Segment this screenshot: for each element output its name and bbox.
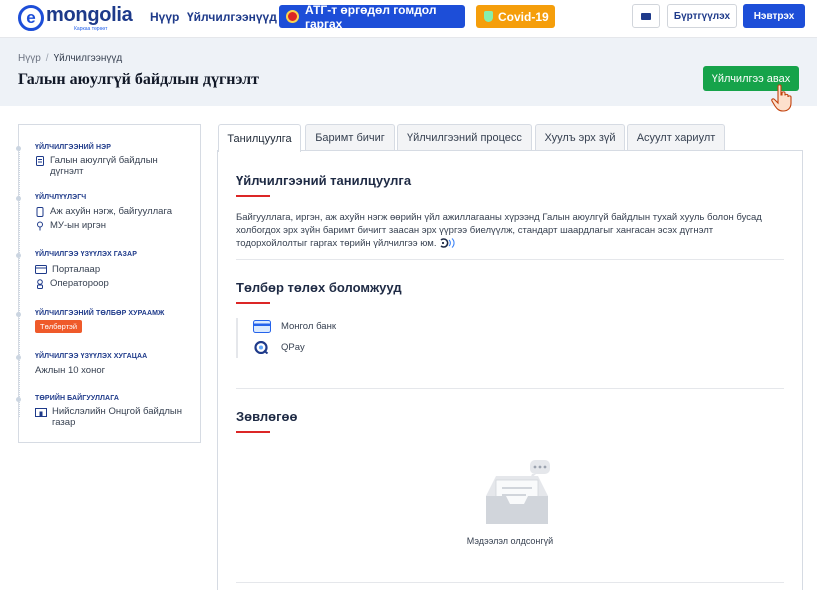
fee-heading: ҮЙЛЧИЛГЭЭНИЙ ТӨЛБӨР ХУРААМЖ	[35, 310, 165, 317]
payment-option-qpay-label: QPay	[281, 342, 305, 353]
logo-e-icon: e	[18, 5, 44, 31]
service-name-heading: ҮЙЛЧИЛГЭЭНИЙ НЭР	[35, 144, 111, 151]
timeline-dot	[16, 196, 21, 201]
user-icon	[37, 221, 43, 231]
empty-inbox-icon	[486, 460, 550, 524]
intro-line-1: Байгууллага, иргэн, аж ахуйн нэгж өөрийн…	[236, 212, 762, 223]
fee-badge: Төлбөртэй	[35, 320, 83, 333]
tab-faq[interactable]: Асуулт хариулт	[627, 124, 725, 151]
payment-title: Төлбөр төлөх боломжууд	[236, 280, 402, 295]
covid-label: Covid-19	[498, 9, 549, 24]
payment-option-mongolbank[interactable]: Монгол банк	[253, 320, 336, 333]
section-divider	[236, 259, 784, 260]
recipient-item-citizen: МУ-ын иргэн	[50, 220, 106, 231]
page-title: Галын аюулгүй байдлын дүгнэлт	[18, 71, 259, 88]
operator-icon	[37, 279, 43, 289]
top-header: e mongolia Каркаа төрөөт Нүүр Үйлчилгээн…	[0, 0, 817, 38]
intro-line-3: тодорхойлолтыг гаргах төрийн үйлчилгээ ю…	[236, 238, 437, 249]
breadcrumb: Нүүр / Үйлчилгээнүүд	[18, 53, 122, 64]
mail-button[interactable]	[632, 4, 660, 28]
qpay-icon	[254, 341, 269, 354]
card-icon	[253, 320, 271, 333]
atg-complaint-label: АТГ-т өргөдөл гомдол гаргах	[305, 2, 437, 31]
section-divider	[236, 582, 784, 583]
breadcrumb-separator: /	[45, 53, 49, 64]
document-icon	[36, 156, 44, 166]
advice-title: Зөвлөгөө	[236, 409, 298, 424]
payment-option-mongolbank-label: Монгол банк	[281, 321, 336, 332]
register-button[interactable]: Бүртгүүлэх	[667, 4, 737, 28]
advice-title-underline	[236, 431, 270, 433]
nav-home-link[interactable]: Нүүр	[150, 10, 179, 24]
tab-process[interactable]: Үйлчилгээний процесс	[397, 124, 532, 151]
breadcrumb-home-link[interactable]: Нүүр	[18, 53, 41, 64]
timeline-dot	[16, 146, 21, 151]
tab-documents[interactable]: Баримт бичиг	[305, 124, 395, 151]
intro-title: Үйлчилгээний танилцуулга	[236, 173, 412, 188]
payment-title-underline	[236, 302, 270, 304]
intro-description: Байгууллага, иргэн, аж ахуйн нэгж өөрийн…	[236, 211, 776, 250]
service-name-line2: дүгнэлт	[50, 166, 84, 177]
atg-complaint-button[interactable]: АТГ-т өргөдөл гомдол гаргах	[279, 2, 465, 31]
monitor-icon	[35, 265, 47, 274]
intro-title-underline	[236, 195, 270, 197]
pointer-hand-icon	[771, 84, 792, 112]
timeline-dot	[16, 355, 21, 360]
location-item-operator: Оператороор	[50, 278, 109, 289]
service-info-sidebar: ҮЙЛЧИЛГЭЭНИЙ НЭР Галын аюулгүй байдлын д…	[16, 124, 201, 443]
phone-icon	[36, 207, 44, 217]
logo-wordmark: mongolia	[46, 4, 133, 26]
recipient-heading: ҮЙЛЧЛҮҮЛЭГЧ	[35, 194, 87, 201]
recipient-item-org: Аж ахуйн нэгж, байгууллага	[50, 206, 172, 217]
intro-line-2: холбогдох эрх зүйн баримт бичигт заасан …	[236, 225, 714, 236]
nav-services-link[interactable]: Үйлчилгээнүүд	[187, 10, 277, 24]
empty-state-text: Мэдээлэл олдсонгүй	[466, 536, 554, 546]
timeline-line	[19, 147, 20, 417]
emongolia-logo[interactable]: e mongolia Каркаа төрөөт	[18, 4, 133, 34]
envelope-icon	[641, 12, 651, 20]
location-item-portal: Порталаар	[52, 264, 101, 275]
emblem-icon	[286, 10, 299, 23]
timeline-dot	[16, 397, 21, 402]
tab-legal[interactable]: Хуулъ эрх зүй	[535, 124, 625, 151]
tab-introduction[interactable]: Танилцуулга	[218, 124, 301, 152]
duration-value: Ажлын 10 хоног	[35, 365, 106, 376]
payment-option-qpay[interactable]: QPay	[253, 341, 305, 354]
covid-button[interactable]: Covid-19	[476, 5, 555, 28]
agency-line2: газар	[52, 417, 76, 428]
agency-line1: Нийслэлийн Онцгой байдлын	[52, 406, 182, 417]
logo-tagline: Каркаа төрөөт	[74, 26, 108, 32]
location-heading: ҮЙЛЧИЛГЭЭ ҮЗҮҮЛЭХ ГАЗАР	[35, 251, 137, 258]
timeline-dot	[16, 312, 21, 317]
section-divider	[236, 388, 784, 389]
login-button[interactable]: Нэвтрэх	[743, 4, 805, 28]
payment-options-bar	[236, 318, 238, 358]
agency-heading: ТӨРИЙН БАЙГУУЛЛАГА	[35, 395, 119, 402]
duration-heading: ҮЙЛЧИЛГЭЭ ҮЗҮҮЛЭХ ХУГАЦАА	[35, 353, 148, 360]
timeline-dot	[16, 253, 21, 258]
text-to-speech-icon[interactable]	[439, 238, 457, 249]
breadcrumb-current[interactable]: Үйлчилгээнүүд	[54, 53, 123, 64]
shield-icon	[484, 11, 493, 22]
service-name-line1: Галын аюулгүй байдлын	[50, 155, 158, 166]
building-icon	[35, 408, 47, 417]
